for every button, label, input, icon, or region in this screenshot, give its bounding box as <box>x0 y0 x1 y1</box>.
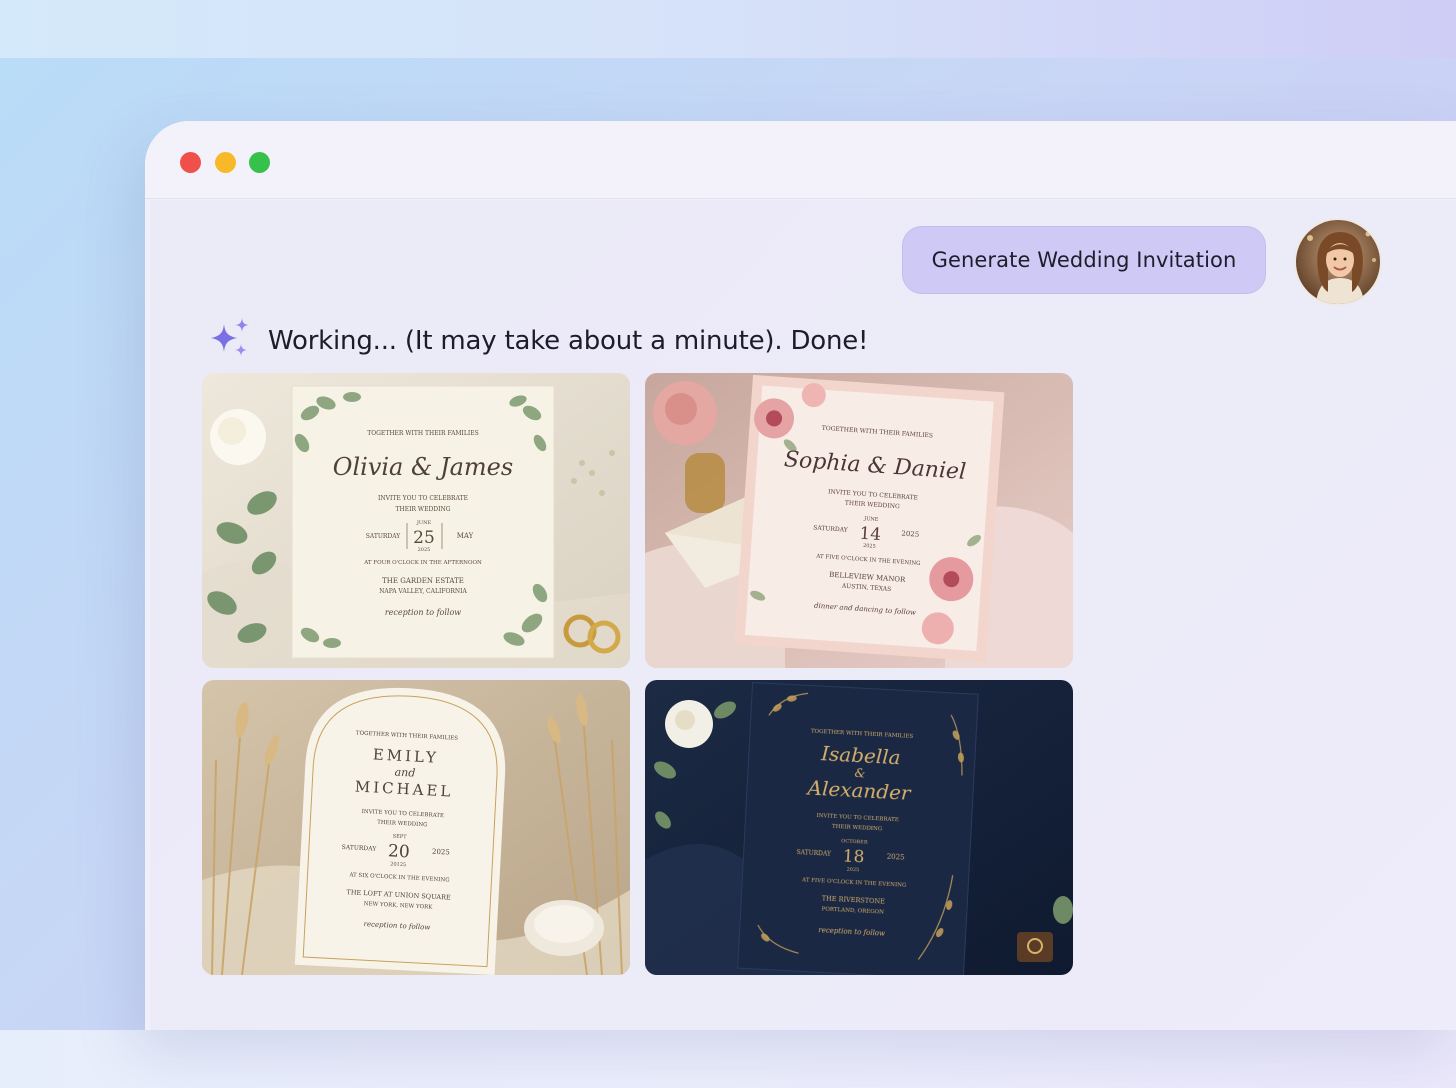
invite-1-footer: reception to follow <box>385 608 461 617</box>
background-lower-band <box>0 1030 1456 1088</box>
invitation-results-grid: TOGETHER WITH THEIR FAMILIES Olivia & Ja… <box>202 373 1073 975</box>
invite-1-month: JUNE <box>416 520 432 526</box>
sparkles-icon <box>208 318 252 364</box>
invite-3-right: 2025 <box>432 848 450 857</box>
background-top-band <box>0 0 1456 58</box>
invite-1-time: AT FOUR O'CLOCK IN THE AFTERNOON <box>363 560 482 566</box>
invitation-image-4[interactable]: TOGETHER WITH THEIR FAMILIES Isabella & … <box>645 680 1073 975</box>
invite-4-year: 2025 <box>846 867 859 874</box>
invite-1-venue: THE GARDEN ESTATE <box>382 577 464 585</box>
user-avatar-image <box>1296 220 1380 304</box>
invite-2-right: 2025 <box>901 530 919 539</box>
invite-1-right: MAY <box>457 532 474 540</box>
invite-1-weekday: SATURDAY <box>366 533 402 540</box>
invite-1-invite2: THEIR WEDDING <box>396 506 451 513</box>
invite-1-invite: INVITE YOU TO CELEBRATE <box>378 495 468 502</box>
invitation-image-2[interactable]: TOGETHER WITH THEIR FAMILIES Sophia & Da… <box>645 373 1073 668</box>
status-message: Working... (It may take about a minute).… <box>268 326 869 356</box>
app-window: Generate Wedding Invitation Working... (… <box>145 121 1456 1030</box>
invite-3-year: 20125 <box>390 861 406 868</box>
user-prompt-bubble: Generate Wedding Invitation <box>902 226 1266 294</box>
invite-3-name1: EMILY <box>372 745 439 766</box>
invite-2-month: JUNE <box>863 516 879 523</box>
avatar[interactable] <box>1294 218 1382 306</box>
minimize-window-button[interactable] <box>215 152 236 173</box>
invite-3-and: and <box>394 766 415 780</box>
invitation-image-3[interactable]: TOGETHER WITH THEIR FAMILIES EMILY and M… <box>202 680 630 975</box>
invite-2-day: 14 <box>859 524 882 545</box>
invite-1-location: NAPA VALLEY, CALIFORNIA <box>379 588 467 595</box>
title-bar <box>145 121 1456 199</box>
invite-4-name1: Isabella <box>820 741 902 769</box>
invite-4-right: 2025 <box>887 853 905 862</box>
close-window-button[interactable] <box>180 152 201 173</box>
chat-area: Generate Wedding Invitation Working... (… <box>150 200 1456 1030</box>
invite-2-year: 2025 <box>863 543 876 550</box>
invite-1-header: TOGETHER WITH THEIR FAMILIES <box>367 430 479 437</box>
assistant-status: Working... (It may take about a minute).… <box>208 318 868 364</box>
invite-1-names: Olivia & James <box>333 453 513 481</box>
invite-1-year: 2025 <box>418 547 431 553</box>
invite-4-day: 18 <box>842 846 865 867</box>
invite-1-day: 25 <box>413 528 435 548</box>
invite-3-month: SEPT <box>393 834 408 841</box>
maximize-window-button[interactable] <box>249 152 270 173</box>
invitation-image-1[interactable]: TOGETHER WITH THEIR FAMILIES Olivia & Ja… <box>202 373 630 668</box>
invite-3-day: 20 <box>388 841 411 862</box>
